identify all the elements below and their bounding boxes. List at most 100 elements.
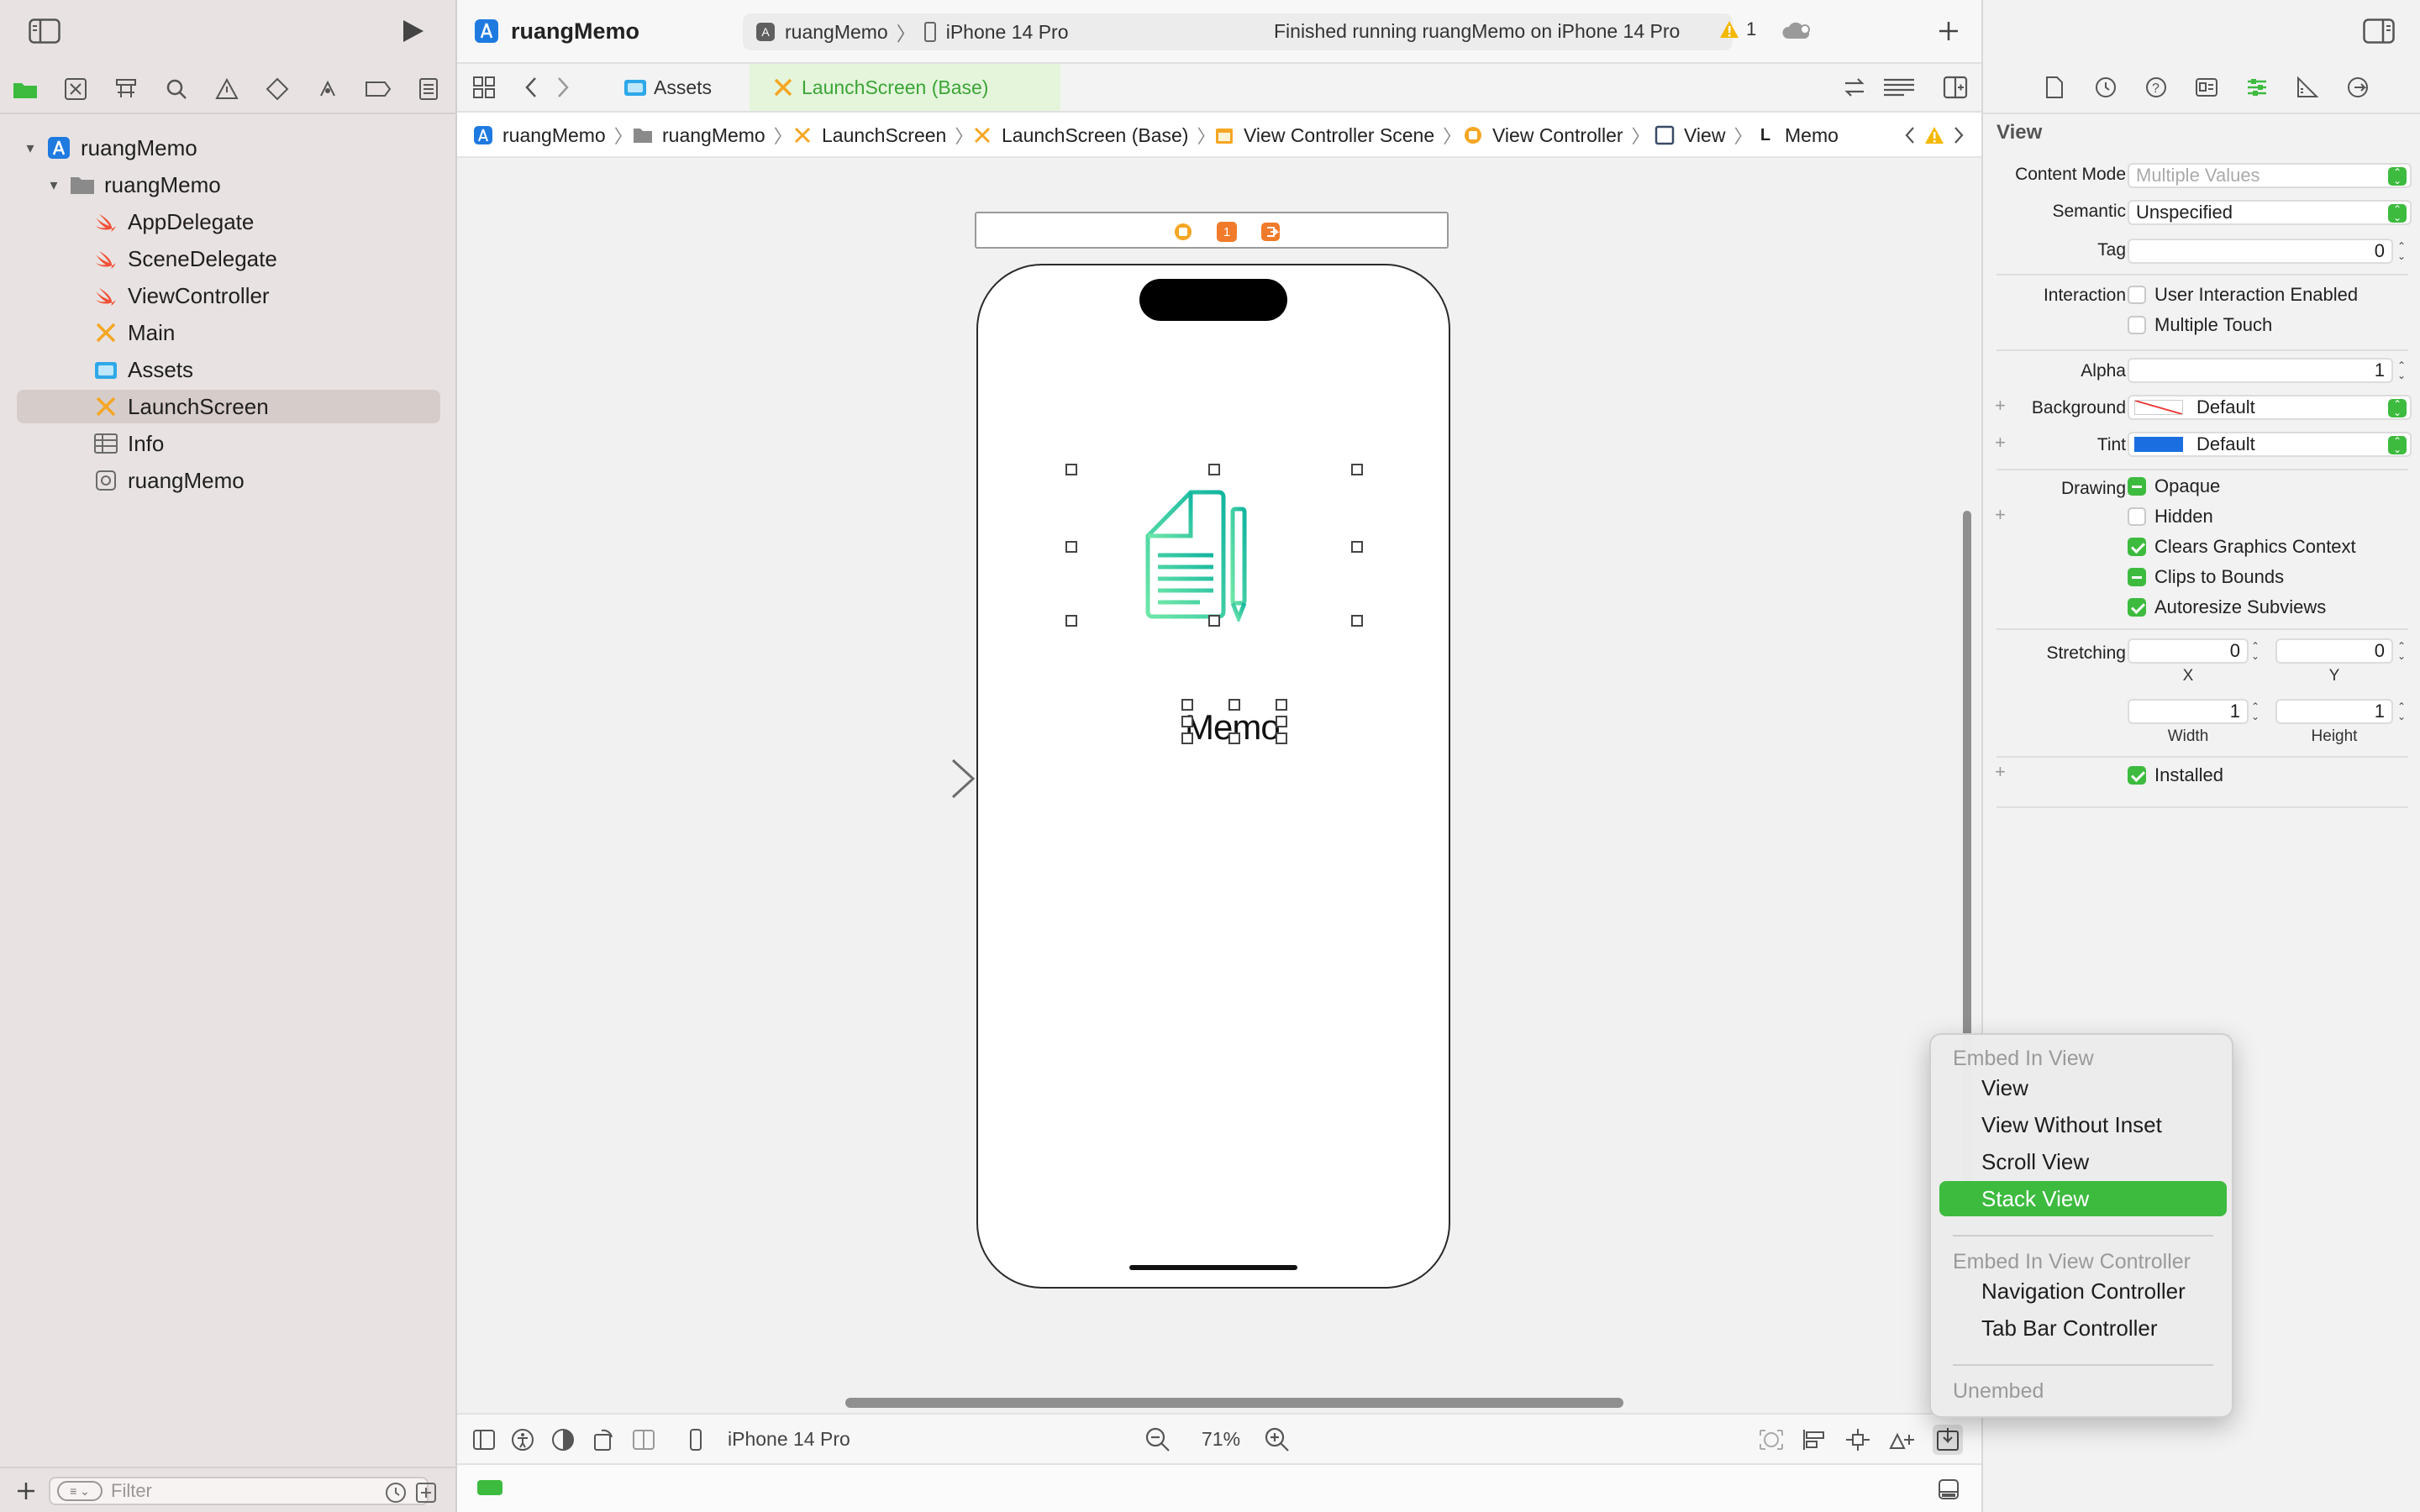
breadcrumb-scene[interactable]: View Controller Scene 〉 <box>1213 113 1461 158</box>
forward-icon[interactable] <box>555 76 571 99</box>
identity-inspector-icon[interactable] <box>2195 76 2218 99</box>
stretch-x-stepper[interactable]: ⌃ ⌄ <box>2249 638 2262 664</box>
clips-to-bounds-checkbox[interactable] <box>2128 568 2146 586</box>
source-control-filter-icon[interactable] <box>415 1482 437 1504</box>
clears-graphics-checkbox[interactable] <box>2128 538 2146 556</box>
resize-handle[interactable] <box>1351 541 1363 553</box>
semantic-popup[interactable]: Unspecified ⌃ ⌄ <box>2128 200 2412 225</box>
warning-icon[interactable] <box>1924 126 1944 144</box>
resize-handle[interactable] <box>1181 716 1193 727</box>
autoresize-checkbox[interactable] <box>2128 598 2146 617</box>
embed-in-icon[interactable] <box>1933 1425 1963 1455</box>
stretch-height-field[interactable]: 1 <box>2275 699 2393 724</box>
scheme-selector[interactable]: A ruangMemo 〉 iPhone 14 Pro <box>756 18 1069 45</box>
quick-help-icon[interactable]: ? <box>2144 76 2168 99</box>
report-navigator-icon[interactable] <box>413 74 444 104</box>
add-constraints-icon[interactable] <box>1845 1428 1870 1452</box>
tree-item-entitlements[interactable]: ruangMemo <box>17 464 440 497</box>
interface-builder-canvas[interactable]: 1 Memo <box>457 158 1981 1413</box>
history-inspector-icon[interactable] <box>2094 76 2118 99</box>
accessibility-icon[interactable] <box>511 1428 534 1452</box>
iphone-frame[interactable]: Memo <box>976 264 1450 1289</box>
add-variation-icon[interactable]: + <box>1995 761 2006 783</box>
opaque-checkbox[interactable] <box>2128 477 2146 496</box>
resize-handle[interactable] <box>1351 615 1363 627</box>
menu-item-unembed[interactable]: Unembed <box>1953 1379 2044 1404</box>
horizontal-scrollbar[interactable] <box>845 1398 1623 1408</box>
stretch-y-stepper[interactable]: ⌃ ⌄ <box>2395 638 2408 664</box>
sidebar-toggle-icon[interactable] <box>29 18 60 44</box>
tree-item-main[interactable]: Main <box>17 316 440 349</box>
device-icon[interactable] <box>689 1428 702 1452</box>
first-responder-icon[interactable]: 1 <box>1217 222 1237 242</box>
appearance-icon[interactable] <box>551 1428 575 1452</box>
orientation-icon[interactable] <box>592 1428 615 1452</box>
memo-image-view[interactable] <box>1071 469 1358 622</box>
stretch-x-field[interactable]: 0 <box>2128 638 2249 664</box>
tag-field[interactable]: 0 <box>2128 239 2393 264</box>
menu-item-navigation-controller[interactable]: Navigation Controller <box>1939 1273 2227 1309</box>
zoom-level[interactable]: 71% <box>1202 1428 1240 1451</box>
menu-item-tab-bar-controller[interactable]: Tab Bar Controller <box>1939 1310 2227 1346</box>
tree-item-viewcontroller[interactable]: ViewController <box>17 279 440 312</box>
resize-handle[interactable] <box>1276 716 1287 727</box>
document-outline-icon[interactable] <box>472 1428 496 1452</box>
next-issue-icon[interactable] <box>1951 124 1966 146</box>
resize-handle[interactable] <box>1228 699 1240 711</box>
breadcrumb-project[interactable]: ruangMemo 〉 <box>472 113 633 158</box>
resize-handle[interactable] <box>1276 699 1287 711</box>
menu-item-scroll-view[interactable]: Scroll View <box>1939 1144 2227 1179</box>
tree-item-project[interactable]: ▾ ruangMemo <box>17 131 440 165</box>
resize-handle[interactable] <box>1065 615 1077 627</box>
zoom-in-icon[interactable] <box>1264 1426 1291 1453</box>
cloud-status-icon[interactable] <box>1781 20 1812 42</box>
hidden-checkbox[interactable] <box>2128 507 2146 526</box>
add-variation-icon[interactable]: + <box>1995 504 2006 526</box>
layout-icon[interactable] <box>632 1428 655 1452</box>
resize-handle[interactable] <box>1208 464 1220 475</box>
resize-handle[interactable] <box>1276 732 1287 744</box>
project-navigator-icon[interactable] <box>10 74 40 104</box>
tree-item-scenedelegate[interactable]: SceneDelegate <box>17 242 440 276</box>
run-button[interactable] <box>398 17 427 45</box>
connections-inspector-icon[interactable] <box>2346 76 2370 99</box>
update-frames-icon[interactable] <box>1758 1428 1785 1452</box>
symbol-navigator-icon[interactable] <box>111 74 141 104</box>
split-editor-icon[interactable] <box>1943 76 1968 99</box>
breadcrumb-file[interactable]: LaunchScreen 〉 <box>792 113 973 158</box>
test-navigator-icon[interactable] <box>262 74 292 104</box>
debug-navigator-icon[interactable] <box>313 74 343 104</box>
tree-item-info[interactable]: Info <box>17 427 440 460</box>
zoom-out-icon[interactable] <box>1144 1426 1171 1453</box>
tree-item-assets[interactable]: Assets <box>17 353 440 386</box>
breadcrumb-view-controller[interactable]: View Controller 〉 <box>1462 113 1650 158</box>
content-mode-popup[interactable]: Multiple Values ⌃ ⌄ <box>2128 163 2412 188</box>
menu-item-stack-view[interactable]: Stack View <box>1939 1181 2227 1216</box>
add-file-icon[interactable] <box>15 1480 37 1502</box>
align-icon[interactable] <box>1802 1428 1827 1452</box>
file-inspector-icon[interactable] <box>2044 76 2065 99</box>
alpha-stepper[interactable]: ⌃ ⌄ <box>2395 358 2408 383</box>
user-interaction-checkbox[interactable] <box>2128 286 2146 304</box>
back-icon[interactable] <box>523 76 539 99</box>
stretch-height-stepper[interactable]: ⌃ ⌄ <box>2395 699 2408 724</box>
resize-handle[interactable] <box>1065 464 1077 475</box>
disclosure-icon[interactable]: ▾ <box>17 139 44 157</box>
tag-stepper[interactable]: ⌃ ⌄ <box>2395 239 2408 264</box>
resize-handle[interactable] <box>1181 732 1193 744</box>
inspector-toggle-icon[interactable] <box>2363 18 2395 44</box>
resize-handle[interactable] <box>1065 541 1077 553</box>
multiple-touch-checkbox[interactable] <box>2128 316 2146 334</box>
resize-handle[interactable] <box>1208 615 1220 627</box>
breadcrumb-localization[interactable]: LaunchScreen (Base) 〉 <box>971 113 1215 158</box>
issue-navigator-icon[interactable] <box>212 74 242 104</box>
stretch-width-field[interactable]: 1 <box>2128 699 2249 724</box>
breadcrumb-group[interactable]: ruangMemo 〉 <box>632 113 792 158</box>
exit-icon[interactable] <box>1260 222 1281 242</box>
size-inspector-icon[interactable] <box>2296 76 2319 99</box>
editor-options-icon[interactable] <box>1882 76 1916 99</box>
recent-files-icon[interactable] <box>385 1482 407 1504</box>
related-items-icon[interactable] <box>472 76 496 99</box>
tab-launchscreen[interactable]: LaunchScreen (Base) <box>750 64 1060 111</box>
filter-options-icon[interactable]: ≡ ⌄ <box>57 1481 103 1501</box>
